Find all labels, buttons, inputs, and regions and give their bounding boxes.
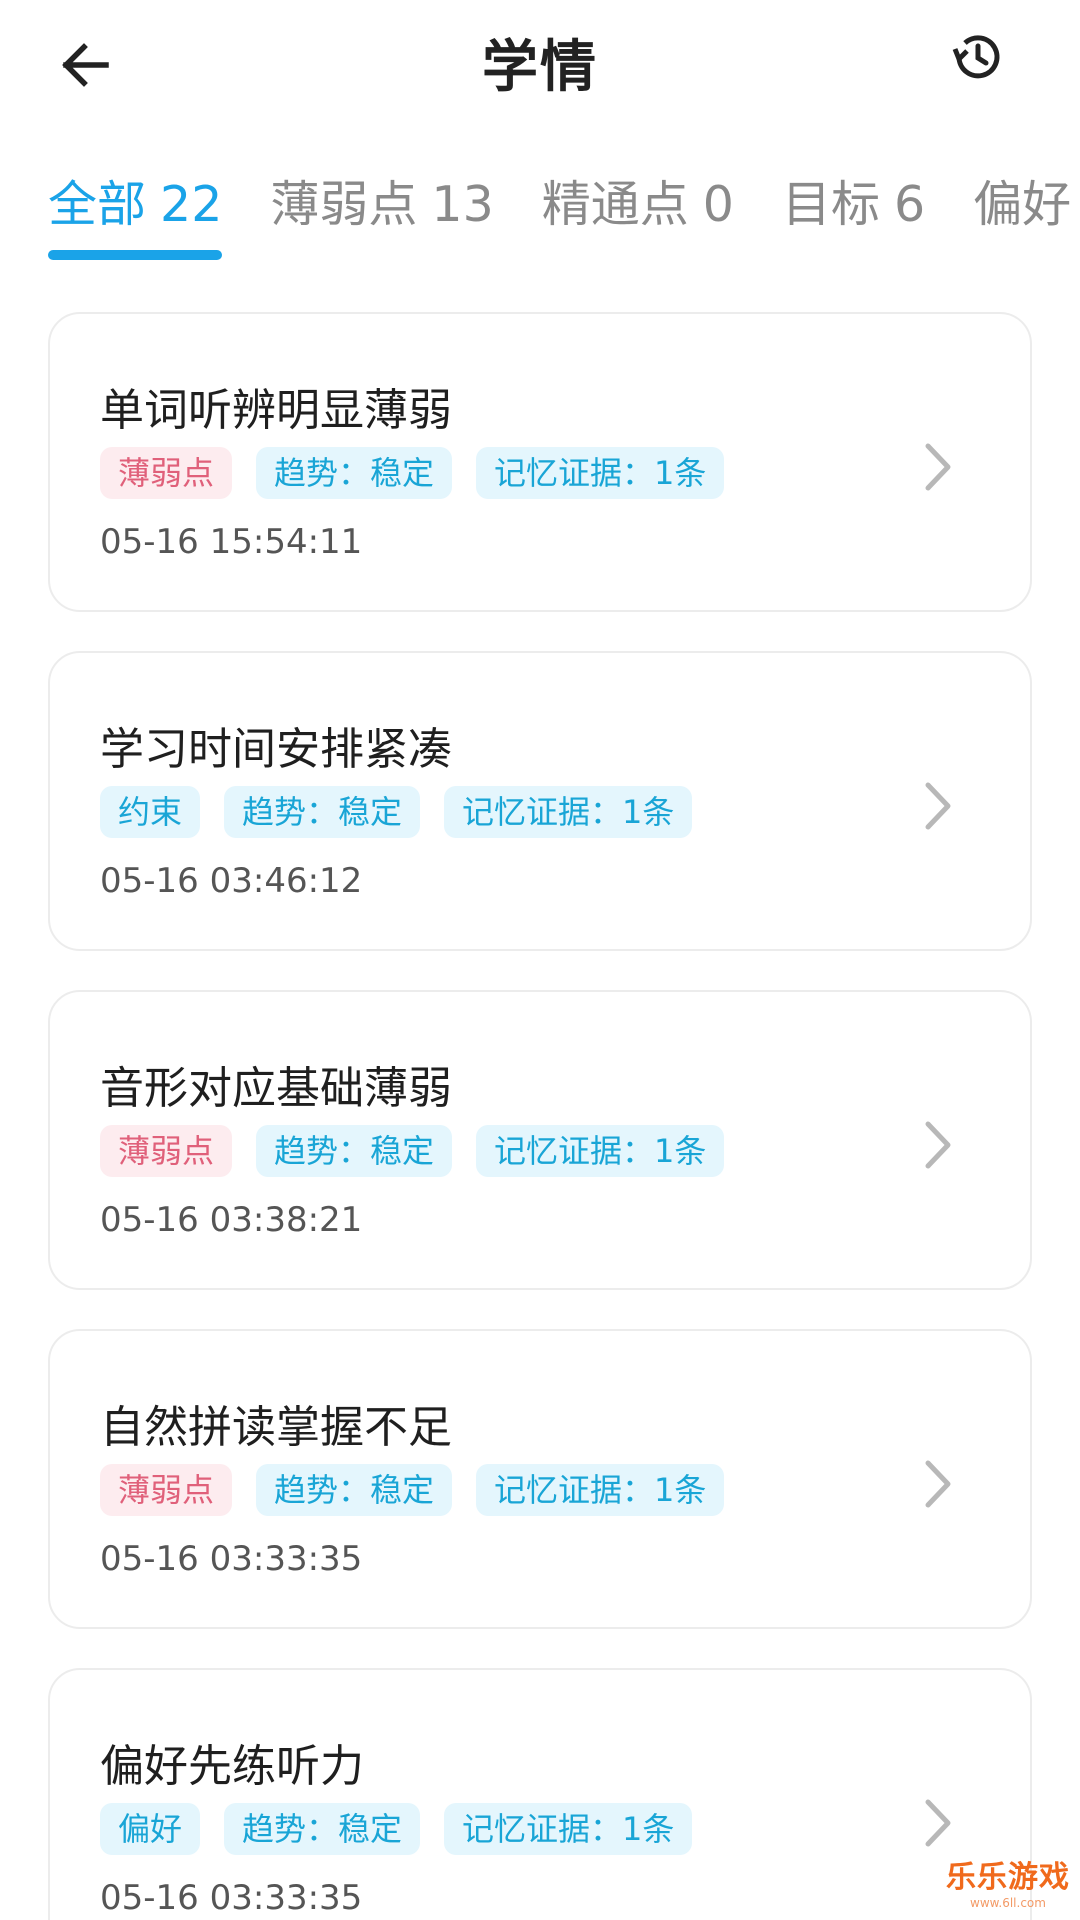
info-tag: 偏好 bbox=[100, 1803, 201, 1855]
tab-bar: 全部 22 薄弱点 13 精通点 0 目标 6 偏好 bbox=[48, 168, 1080, 268]
tag-row: 薄弱点 趋势：稳定 记忆证据：1条 bbox=[100, 1125, 748, 1177]
watermark-logo-text: 乐乐游戏 bbox=[946, 1860, 1070, 1895]
tab-active-indicator bbox=[48, 250, 223, 260]
watermark-url: www.6ll.com bbox=[970, 1896, 1046, 1910]
tab-1[interactable]: 薄弱点 13 bbox=[270, 168, 493, 268]
history-button[interactable] bbox=[942, 22, 1012, 92]
tab-count: 0 bbox=[702, 176, 734, 233]
info-tag: 记忆证据：1条 bbox=[444, 786, 693, 838]
card-title: 自然拼读掌握不足 bbox=[100, 1402, 452, 1453]
page-title: 学情 bbox=[482, 35, 598, 100]
tab-label: 薄弱点 bbox=[270, 176, 418, 233]
card-title: 学习时间安排紧凑 bbox=[100, 724, 452, 775]
weak-point-tag: 薄弱点 bbox=[100, 447, 233, 499]
tab-2[interactable]: 精通点 0 bbox=[542, 168, 734, 268]
card-timestamp: 05-16 15:54:11 bbox=[100, 522, 363, 562]
info-tag: 记忆证据：1条 bbox=[476, 447, 725, 499]
tab-3[interactable]: 目标 6 bbox=[782, 168, 925, 268]
weak-point-tag: 薄弱点 bbox=[100, 1125, 233, 1177]
card-title: 单词听辨明显薄弱 bbox=[100, 385, 452, 436]
tab-count: 6 bbox=[893, 176, 926, 233]
chevron-right-icon bbox=[925, 782, 951, 830]
learning-status-list: 单词听辨明显薄弱 薄弱点 趋势：稳定 记忆证据：1条 05-16 15:54:11 学习时… bbox=[48, 312, 1032, 1920]
info-tag: 趋势：稳定 bbox=[224, 1803, 421, 1855]
card-title: 偏好先练听力 bbox=[100, 1741, 364, 1792]
info-tag: 趋势：稳定 bbox=[224, 786, 421, 838]
tab-count: 22 bbox=[160, 176, 223, 233]
tab-count: 13 bbox=[431, 176, 494, 233]
learning-status-card[interactable]: 自然拼读掌握不足 薄弱点 趋势：稳定 记忆证据：1条 05-16 03:33:35 bbox=[48, 1329, 1032, 1629]
tab-label: 偏好 bbox=[973, 176, 1072, 233]
info-tag: 趋势：稳定 bbox=[256, 447, 453, 499]
chevron-right-icon bbox=[925, 1799, 951, 1847]
tag-row: 薄弱点 趋势：稳定 记忆证据：1条 bbox=[100, 447, 748, 499]
learning-status-card[interactable]: 单词听辨明显薄弱 薄弱点 趋势：稳定 记忆证据：1条 05-16 15:54:11 bbox=[48, 312, 1032, 612]
learning-status-card[interactable]: 学习时间安排紧凑 约束 趋势：稳定 记忆证据：1条 05-16 03:46:12 bbox=[48, 651, 1032, 951]
tab-4[interactable]: 偏好 bbox=[973, 168, 1071, 268]
info-tag: 趋势：稳定 bbox=[256, 1464, 453, 1516]
tab-0[interactable]: 全部 22 bbox=[48, 168, 223, 268]
history-icon bbox=[952, 35, 1000, 79]
chevron-right-icon bbox=[925, 1460, 951, 1508]
info-tag: 记忆证据：1条 bbox=[444, 1803, 693, 1855]
card-timestamp: 05-16 03:33:35 bbox=[100, 1878, 363, 1918]
info-tag: 趋势：稳定 bbox=[256, 1125, 453, 1177]
card-timestamp: 05-16 03:46:12 bbox=[100, 861, 363, 901]
page: 学情 全部 22 薄弱点 13 精通点 0 目标 6 偏好 单词听辨明显薄弱 薄弱点 趋势：稳定 记忆… bbox=[0, 0, 1080, 1920]
learning-status-card[interactable]: 偏好先练听力 偏好 趋势：稳定 记忆证据：1条 05-16 03:33:35 bbox=[48, 1668, 1032, 1920]
learning-status-card[interactable]: 音形对应基础薄弱 薄弱点 趋势：稳定 记忆证据：1条 05-16 03:38:21 bbox=[48, 990, 1032, 1290]
info-tag: 记忆证据：1条 bbox=[476, 1464, 725, 1516]
info-tag: 记忆证据：1条 bbox=[476, 1125, 725, 1177]
card-title: 音形对应基础薄弱 bbox=[100, 1063, 452, 1114]
weak-point-tag: 薄弱点 bbox=[100, 1464, 233, 1516]
card-timestamp: 05-16 03:33:35 bbox=[100, 1539, 363, 1579]
header: 学情 bbox=[0, 0, 1080, 130]
chevron-right-icon bbox=[925, 1121, 951, 1169]
chevron-right-icon bbox=[925, 443, 951, 491]
tag-row: 薄弱点 趋势：稳定 记忆证据：1条 bbox=[100, 1464, 748, 1516]
tab-label: 全部 bbox=[48, 176, 147, 233]
tab-label: 精通点 bbox=[541, 176, 689, 233]
tab-label: 目标 bbox=[781, 176, 880, 233]
tag-row: 约束 趋势：稳定 记忆证据：1条 bbox=[100, 786, 716, 838]
tag-row: 偏好 趋势：稳定 记忆证据：1条 bbox=[100, 1803, 716, 1855]
watermark: 乐乐游戏 www.6ll.com bbox=[946, 1852, 1070, 1910]
info-tag: 约束 bbox=[100, 786, 201, 838]
card-timestamp: 05-16 03:38:21 bbox=[100, 1200, 363, 1240]
